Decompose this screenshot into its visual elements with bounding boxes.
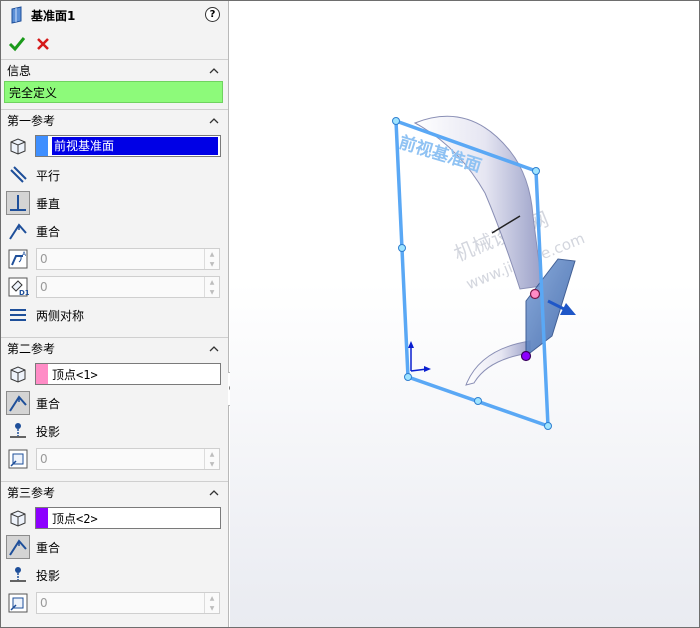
angle-spinner[interactable]: ▲ ▼: [204, 249, 219, 269]
ref3-selection-row: 顶点<2>: [1, 503, 228, 533]
perpendicular-icon[interactable]: [6, 191, 30, 215]
ref1-option-parallel[interactable]: 平行: [1, 161, 228, 189]
coincident-icon[interactable]: [6, 535, 30, 559]
ref1-section-header[interactable]: 第一参考: [1, 109, 228, 131]
plane-corner-handle[interactable]: [392, 117, 400, 125]
ref3-selection-value: 顶点<2>: [52, 511, 98, 526]
coincident-icon[interactable]: [6, 219, 30, 243]
angle-icon[interactable]: A: [6, 247, 30, 271]
ref3-header-label: 第三参考: [7, 486, 56, 500]
coincident-label: 重合: [36, 224, 61, 239]
ref1-option-coincident[interactable]: 重合: [1, 217, 228, 245]
distance-icon[interactable]: [6, 447, 30, 471]
ref2-coincident-label: 重合: [36, 396, 61, 411]
info-header-label: 信息: [7, 64, 32, 78]
vertex-2-marker[interactable]: [520, 350, 532, 362]
ref3-coincident-label: 重合: [36, 540, 61, 555]
ref1-offset-row: D1 0 ▲ ▼: [1, 273, 228, 301]
angle-input[interactable]: 0 ▲ ▼: [36, 248, 220, 270]
ref1-selection-value: 前视基准面: [52, 137, 218, 155]
plane-corner-handle[interactable]: [532, 167, 540, 175]
ref3-value: 0: [40, 596, 48, 610]
panel-title: 基准面1: [31, 8, 76, 23]
ref3-option-coincident[interactable]: 重合: [1, 533, 228, 561]
info-section-header[interactable]: 信息: [1, 59, 228, 81]
distance-icon[interactable]: [6, 591, 30, 615]
parallel-icon[interactable]: [6, 163, 30, 187]
ref1-selection-row: 前视基准面: [1, 131, 228, 161]
ref2-section-header[interactable]: 第二参考: [1, 337, 228, 359]
ref3-spinner[interactable]: ▲ ▼: [204, 593, 219, 613]
plane-edge-handle[interactable]: [398, 244, 406, 252]
ref1-color-swatch: [36, 136, 48, 156]
svg-text:D1: D1: [19, 289, 29, 297]
perpendicular-label: 垂直: [36, 196, 61, 211]
ref2-option-coincident[interactable]: 重合: [1, 389, 228, 417]
symmetric-icon[interactable]: [6, 303, 30, 327]
model-canvas: 机械设计网 www.jixiege.com 前视基准面: [392, 115, 587, 430]
cube-icon: [6, 134, 30, 158]
ref2-color-swatch: [36, 364, 48, 384]
project-icon[interactable]: [6, 563, 30, 587]
graphics-viewport[interactable]: 机械设计网 www.jixiege.com 前视基准面: [230, 1, 699, 627]
cube-icon: [6, 506, 30, 530]
symmetric-label: 两侧对称: [36, 308, 85, 323]
chevron-up-icon[interactable]: [208, 65, 220, 77]
plane-corner-handle[interactable]: [544, 422, 552, 430]
chevron-up-icon[interactable]: [208, 115, 220, 127]
parallel-label: 平行: [36, 168, 61, 183]
ref1-header-label: 第一参考: [7, 114, 56, 128]
ref3-color-swatch: [36, 508, 48, 528]
ref2-option-project[interactable]: 投影: [1, 417, 228, 445]
ref3-option-project[interactable]: 投影: [1, 561, 228, 589]
ref1-symmetric-row[interactable]: 两侧对称: [1, 301, 228, 329]
vertex-1-marker[interactable]: [529, 288, 541, 300]
angle-value: 0: [40, 252, 48, 266]
action-bar: [1, 29, 228, 59]
ref1-angle-row: A 0 ▲ ▼: [1, 245, 228, 273]
ref2-header-label: 第二参考: [7, 342, 56, 356]
offset-input[interactable]: 0 ▲ ▼: [36, 276, 220, 298]
ref3-value-input[interactable]: 0 ▲ ▼: [36, 592, 220, 614]
ref2-selection-row: 顶点<1>: [1, 359, 228, 389]
ref3-value-row: 0 ▲ ▼: [1, 589, 228, 617]
offset-value: 0: [40, 280, 48, 294]
chevron-up-icon[interactable]: [208, 343, 220, 355]
offset-spinner[interactable]: ▲ ▼: [204, 277, 219, 297]
checkmark-icon[interactable]: [7, 34, 27, 54]
plane-corner-handle[interactable]: [404, 373, 412, 381]
ref1-option-perpendicular[interactable]: 垂直: [1, 189, 228, 217]
chevron-up-icon[interactable]: [208, 487, 220, 499]
status-message: 完全定义: [4, 81, 223, 103]
ref3-selection-field[interactable]: 顶点<2>: [35, 507, 221, 529]
ref1-selection-field[interactable]: 前视基准面: [35, 135, 221, 157]
ref2-value-row: 0 ▲ ▼: [1, 445, 228, 473]
ref2-spinner[interactable]: ▲ ▼: [204, 449, 219, 469]
project-icon[interactable]: [6, 419, 30, 443]
ref3-section-header[interactable]: 第三参考: [1, 481, 228, 503]
ref2-value-input[interactable]: 0 ▲ ▼: [36, 448, 220, 470]
ref2-selection-value: 顶点<1>: [52, 367, 98, 382]
cube-icon: [6, 362, 30, 386]
x-icon[interactable]: [33, 34, 53, 54]
ref2-project-label: 投影: [36, 424, 61, 439]
property-manager-panel: 基准面1 ? 信息 完全定义 第一参考 前视基准面 平行 垂直 重合 A 0 ▲…: [1, 1, 229, 627]
offset-distance-icon[interactable]: D1: [6, 275, 30, 299]
ref2-value: 0: [40, 452, 48, 466]
coincident-icon[interactable]: [6, 391, 30, 415]
ref2-selection-field[interactable]: 顶点<1>: [35, 363, 221, 385]
origin-axes-icon: [408, 341, 431, 372]
plane-edge-handle[interactable]: [474, 397, 482, 405]
question-icon[interactable]: ?: [205, 7, 220, 22]
plane-feature-icon: [11, 6, 22, 24]
status-text: 完全定义: [9, 85, 58, 100]
panel-titlebar: 基准面1 ?: [1, 1, 228, 29]
ref3-project-label: 投影: [36, 568, 61, 583]
